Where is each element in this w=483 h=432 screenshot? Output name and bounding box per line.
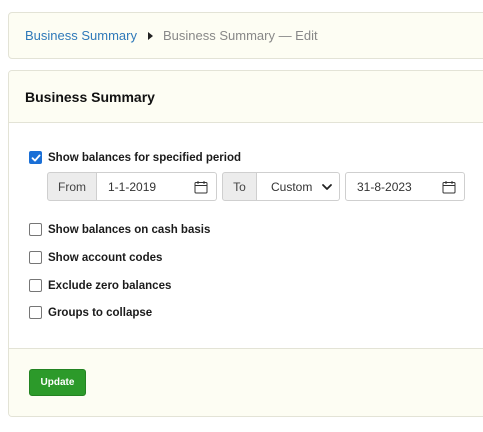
exclude-zero-checkbox[interactable] [29,279,42,292]
to-mode-select[interactable]: Custom [257,172,340,201]
breadcrumb-link-business-summary[interactable]: Business Summary [25,28,137,43]
groups-collapse-checkbox[interactable] [29,306,42,319]
account-codes-label: Show account codes [48,251,163,264]
breadcrumb-current: Business Summary — Edit [162,28,318,43]
to-date-value: 31-8-2023 [357,179,412,194]
from-label: From [47,172,97,201]
period-controls: From 1-1-2019 To Custom 31-8-2023 [47,172,465,201]
chevron-down-icon [322,183,332,190]
option-groups-collapse[interactable]: Groups to collapse [29,306,152,319]
option-exclude-zero[interactable]: Exclude zero balances [29,279,171,292]
show-balances-period-checkbox[interactable] [29,151,42,164]
checkmark-icon [31,154,40,161]
calendar-icon[interactable] [442,180,456,194]
option-account-codes[interactable]: Show account codes [29,251,162,264]
account-codes-checkbox[interactable] [29,251,42,264]
caret-right-icon [147,31,153,40]
from-date-input[interactable]: 1-1-2019 [97,172,217,201]
calendar-icon[interactable] [194,180,208,194]
update-button[interactable]: Update [29,369,86,396]
page-title: Business Summary [25,88,155,105]
to-date-input[interactable]: 31-8-2023 [345,172,465,201]
cash-basis-checkbox[interactable] [29,223,42,236]
report-settings-panel: Business Summary Show balances for speci… [8,70,483,417]
from-date-value: 1-1-2019 [108,179,157,194]
exclude-zero-label: Exclude zero balances [48,279,172,292]
breadcrumb: Business Summary Business Summary — Edit [8,12,483,59]
to-mode-value: Custom [271,179,313,194]
option-cash-basis[interactable]: Show balances on cash basis [29,223,210,236]
panel-footer: Update [9,348,483,416]
cash-basis-label: Show balances on cash basis [48,223,211,236]
groups-collapse-label: Groups to collapse [48,306,153,319]
panel-body: Show balances for specified period From … [9,123,483,349]
show-balances-period-label: Show balances for specified period [48,151,241,164]
option-show-balances-period[interactable]: Show balances for specified period [29,151,241,164]
panel-header: Business Summary [9,71,483,123]
to-label: To [222,172,257,201]
